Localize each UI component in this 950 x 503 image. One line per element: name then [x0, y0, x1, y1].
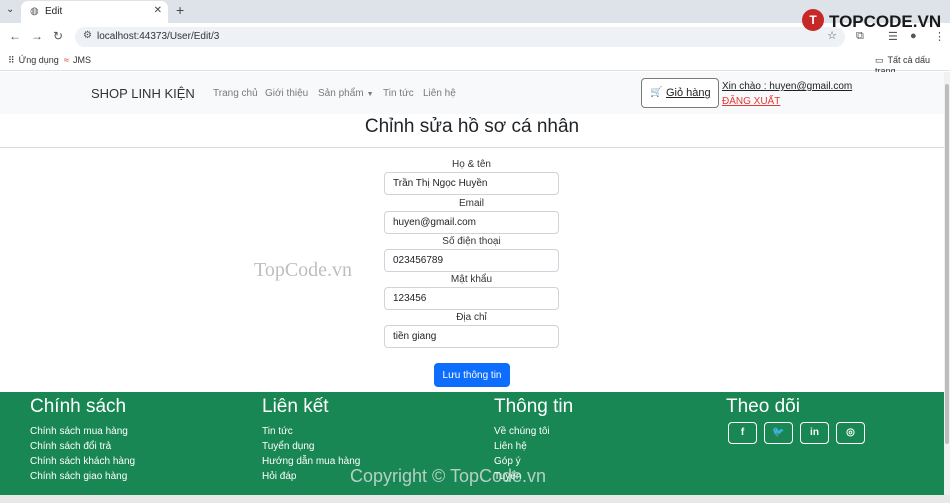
bookmark-jms[interactable]: ≈ JMS [64, 55, 91, 65]
twitter-icon[interactable]: 🐦 [764, 422, 793, 444]
logo-mark: T [802, 9, 824, 31]
address-input[interactable] [384, 325, 559, 348]
footer-link[interactable]: Tin tức [262, 424, 360, 439]
cart-button[interactable]: 🛒 Giỏ hàng [641, 78, 719, 108]
watermark-text: TopCode.vn [254, 259, 353, 281]
save-button[interactable]: Lưu thông tin [434, 363, 510, 387]
bookmark-apps[interactable]: ⠿ Ứng dụng [8, 55, 59, 66]
new-tab-button[interactable]: + [176, 2, 184, 18]
footer-link[interactable]: Hỏi đáp [262, 469, 360, 484]
phone-input[interactable] [384, 249, 559, 272]
footer-link[interactable]: Hướng dẫn mua hàng [262, 454, 360, 469]
password-input[interactable] [384, 287, 559, 310]
topcode-logo: T TOPCODE.VN [800, 7, 941, 37]
scrollbar-thumb[interactable] [945, 84, 949, 444]
password-label: Mật khẩu [450, 274, 493, 285]
footer-link[interactable]: Chính sách khách hàng [30, 454, 135, 469]
facebook-icon[interactable]: f [728, 422, 757, 444]
close-tab-icon[interactable]: ✕ [154, 5, 162, 16]
logout-link[interactable]: ĐĂNG XUẤT [722, 96, 780, 107]
footer-link[interactable]: Chính sách mua hàng [30, 424, 135, 439]
site-navbar: SHOP LINH KIỆN Trang chủ Giới thiệu Sản … [0, 72, 944, 114]
footer-link[interactable]: Chính sách giao hàng [30, 469, 135, 484]
phone-label: Số điện thoại [442, 236, 501, 247]
globe-icon: ◍ [30, 6, 39, 17]
caret-down-icon: ▼ [366, 91, 374, 98]
nav-home[interactable]: Trang chủ [213, 88, 258, 99]
divider [0, 147, 944, 148]
linkedin-icon[interactable]: in [800, 422, 829, 444]
url-text[interactable]: localhost:44373/User/Edit/3 [97, 31, 219, 42]
page-scrollbar[interactable] [944, 72, 950, 503]
footer-col-follow: Theo dõi [726, 392, 800, 424]
fullname-label: Họ & tên [452, 159, 491, 170]
nav-news[interactable]: Tin tức [383, 88, 414, 99]
tab-search-chevron-icon[interactable]: ⌄ [6, 4, 14, 15]
address-label: Địa chỉ [456, 312, 487, 323]
site-info-icon[interactable]: ⚙ [83, 30, 92, 41]
footer-col-links: Liên kết Tin tức Tuyển dụng Hướng dẫn mu… [262, 392, 360, 484]
browser-tab[interactable]: ◍ Edit ✕ [21, 1, 168, 23]
back-icon[interactable]: ← [9, 29, 21, 43]
footer-link[interactable]: Về chúng tôi [494, 424, 573, 439]
apps-grid-icon: ⠿ [8, 55, 15, 65]
forward-icon[interactable]: → [31, 29, 43, 43]
copyright-watermark: Copyright © TopCode.vn [350, 466, 547, 486]
bookmark-label: JMS [72, 55, 91, 65]
jms-icon: ≈ [64, 55, 69, 65]
footer-link[interactable]: Liên hệ [494, 439, 573, 454]
page-title: Chỉnh sửa hồ sơ cá nhân [364, 116, 580, 137]
footer-heading: Chính sách [30, 396, 127, 417]
cart-label: Giỏ hàng [666, 87, 711, 99]
footer-link[interactable]: Tuyển dụng [262, 439, 360, 454]
folder-icon: ▭ [875, 55, 884, 65]
bookmark-label: Ứng dụng [18, 55, 59, 65]
reload-icon[interactable]: ↻ [53, 29, 63, 43]
footer-col-policy: Chính sách Chính sách mua hàng Chính sác… [30, 392, 135, 484]
fullname-input[interactable] [384, 172, 559, 195]
cart-icon: 🛒 [650, 87, 663, 98]
horizontal-scrollbar[interactable] [0, 495, 950, 503]
dribbble-icon[interactable]: ◎ [836, 422, 865, 444]
nav-about[interactable]: Giới thiệu [265, 88, 308, 99]
url-bar[interactable]: ⚙ localhost:44373/User/Edit/3 ☆ [75, 27, 845, 47]
user-greeting[interactable]: Xin chào : huyen@gmail.com [722, 81, 852, 92]
brand[interactable]: SHOP LINH KIỆN [91, 86, 195, 101]
bookmarks-bar: ⠿ Ứng dụng ≈ JMS ▭ Tất cả dấu trang [0, 51, 950, 76]
footer-heading: Theo dõi [726, 396, 800, 417]
footer-link[interactable]: Chính sách đổi trả [30, 439, 135, 454]
email-label: Email [458, 198, 484, 209]
footer-heading: Thông tin [494, 396, 574, 417]
site-footer: Chính sách Chính sách mua hàng Chính sác… [0, 392, 944, 503]
nav-products[interactable]: Sản phẩm ▼ [318, 88, 374, 99]
footer-heading: Liên kết [262, 396, 329, 417]
page-content: SHOP LINH KIỆN Trang chủ Giới thiệu Sản … [0, 72, 944, 503]
nav-products-label: Sản phẩm [318, 88, 364, 99]
email-input[interactable] [384, 211, 559, 234]
nav-contact[interactable]: Liên hệ [423, 88, 456, 99]
logo-text: TOPCODE.VN [829, 12, 942, 31]
tab-title: Edit [45, 6, 63, 17]
